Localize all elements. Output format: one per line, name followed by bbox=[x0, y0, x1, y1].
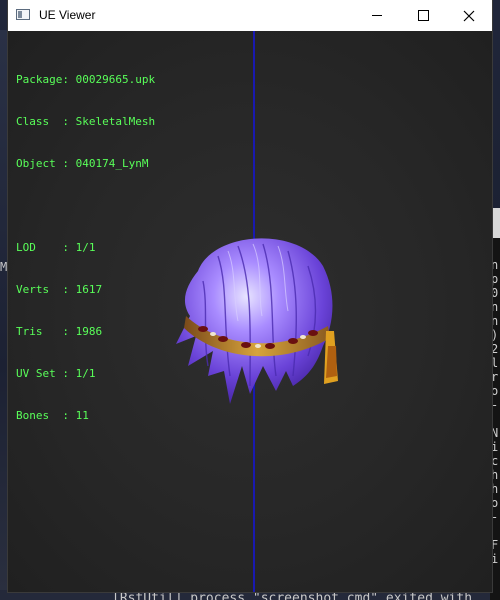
mesh-info-panel: Package: 00029665.upk Class : SkeletalMe… bbox=[16, 45, 155, 451]
maximize-button[interactable] bbox=[400, 0, 446, 31]
uvset-info: UV Set : 1/1 bbox=[16, 367, 96, 380]
class-info: Class : SkeletalMesh bbox=[16, 115, 156, 128]
title-bar[interactable]: UE Viewer bbox=[8, 0, 492, 31]
background-console-line: n bbox=[491, 314, 499, 328]
background-console-line: r bbox=[491, 370, 499, 384]
bones-info: Bones : 11 bbox=[16, 409, 89, 422]
background-console-line: 0 bbox=[491, 286, 499, 300]
object-info: Object : 040174_LynM bbox=[16, 157, 149, 170]
background-console-scrollbar bbox=[492, 208, 500, 238]
tris-info: Tris : 1986 bbox=[16, 325, 103, 338]
background-console-line: 2 bbox=[491, 342, 499, 356]
background-console-line: c bbox=[491, 454, 499, 468]
app-window-icon bbox=[16, 9, 30, 20]
background-console-line: n bbox=[491, 300, 499, 314]
background-console-line: i bbox=[491, 552, 499, 566]
background-console-line: N bbox=[491, 426, 499, 440]
hair-mesh-model bbox=[176, 238, 338, 404]
background-console-line: l bbox=[491, 356, 499, 370]
background-console-line: ) bbox=[491, 328, 499, 342]
background-window-left bbox=[0, 30, 8, 590]
minimize-icon bbox=[372, 15, 382, 16]
window-title: UE Viewer bbox=[39, 8, 96, 22]
3d-viewport[interactable]: Package: 00029665.upk Class : SkeletalMe… bbox=[8, 31, 492, 592]
package-info: Package: 00029665.upk bbox=[16, 73, 156, 86]
background-console-line: - bbox=[491, 510, 499, 524]
ue-viewer-window: UE Viewer Package: 00029665.upk Class : … bbox=[8, 0, 492, 592]
background-console-line: n bbox=[491, 258, 499, 272]
hair-mass bbox=[176, 238, 333, 404]
background-console-line bbox=[491, 412, 500, 426]
close-button[interactable] bbox=[446, 0, 492, 31]
maximize-icon bbox=[417, 10, 429, 21]
background-console-line: - bbox=[491, 398, 499, 412]
background-console-line: h bbox=[491, 468, 499, 482]
background-console-line: h bbox=[491, 482, 499, 496]
lod-info: LOD : 1/1 bbox=[16, 241, 96, 254]
minimize-button[interactable] bbox=[354, 0, 400, 31]
background-console-line: i bbox=[491, 440, 499, 454]
background-console-line bbox=[491, 524, 500, 538]
background-console-line: o bbox=[491, 384, 499, 398]
verts-info: Verts : 1617 bbox=[16, 283, 103, 296]
background-console-line: F bbox=[491, 538, 499, 552]
background-console-line: p bbox=[491, 272, 499, 286]
close-icon bbox=[463, 10, 475, 21]
background-console-line: o bbox=[491, 496, 499, 510]
